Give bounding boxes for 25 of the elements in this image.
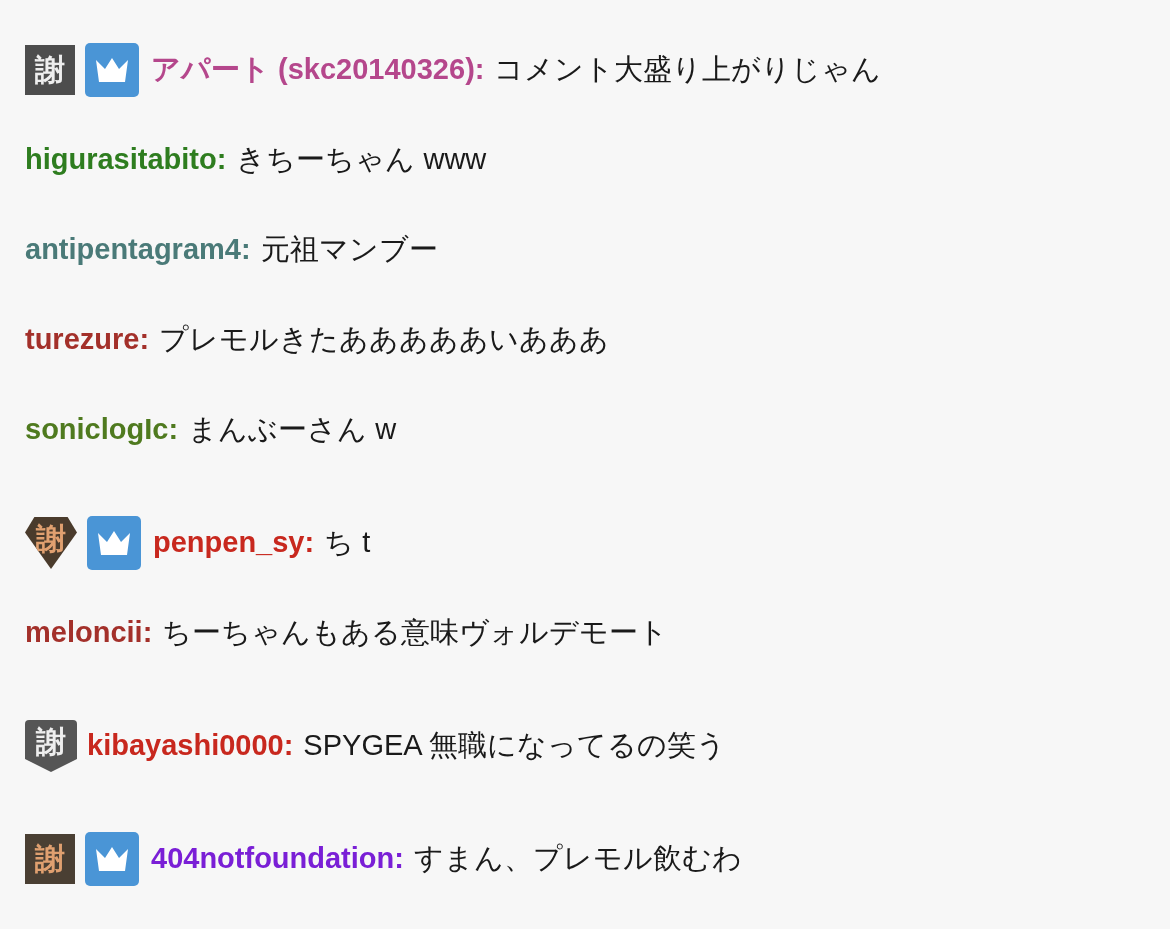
rank-badge: 謝	[25, 45, 75, 95]
message-text: きちーちゃん www	[236, 142, 487, 178]
crown-icon	[85, 43, 139, 97]
message-text: ち t	[324, 525, 371, 561]
message-text: すまん、プレモル飲むわ	[413, 841, 742, 877]
rank-badge: 謝	[25, 720, 77, 772]
username[interactable]: kibayashi0000:	[87, 724, 294, 768]
message-text: SPYGEA 無職になってるの笑う	[303, 728, 727, 764]
username[interactable]: soniclogIc:	[25, 408, 179, 452]
username[interactable]: penpen_sy:	[153, 521, 315, 565]
rank-badge: 謝	[25, 517, 77, 569]
username[interactable]: meloncii:	[25, 611, 153, 655]
username[interactable]: antipentagram4:	[25, 228, 251, 272]
message-text: コメント大盛り上がりじゃん	[494, 52, 882, 88]
username[interactable]: higurasitabito:	[25, 138, 227, 182]
rank-badge: 謝	[25, 834, 75, 884]
message-text: ちーちゃんもある意味ヴォルデモート	[162, 615, 669, 651]
message-text: 元祖マンブー	[260, 232, 438, 268]
message-text: プレモルきたあああああいあああ	[159, 322, 610, 358]
username[interactable]: 404notfoundation:	[151, 837, 404, 881]
message-text: まんぶーさん w	[188, 412, 397, 448]
username[interactable]: turezure:	[25, 318, 150, 362]
crown-icon	[87, 516, 141, 570]
crown-icon	[85, 832, 139, 886]
username[interactable]: アパート (skc20140326):	[151, 48, 485, 92]
